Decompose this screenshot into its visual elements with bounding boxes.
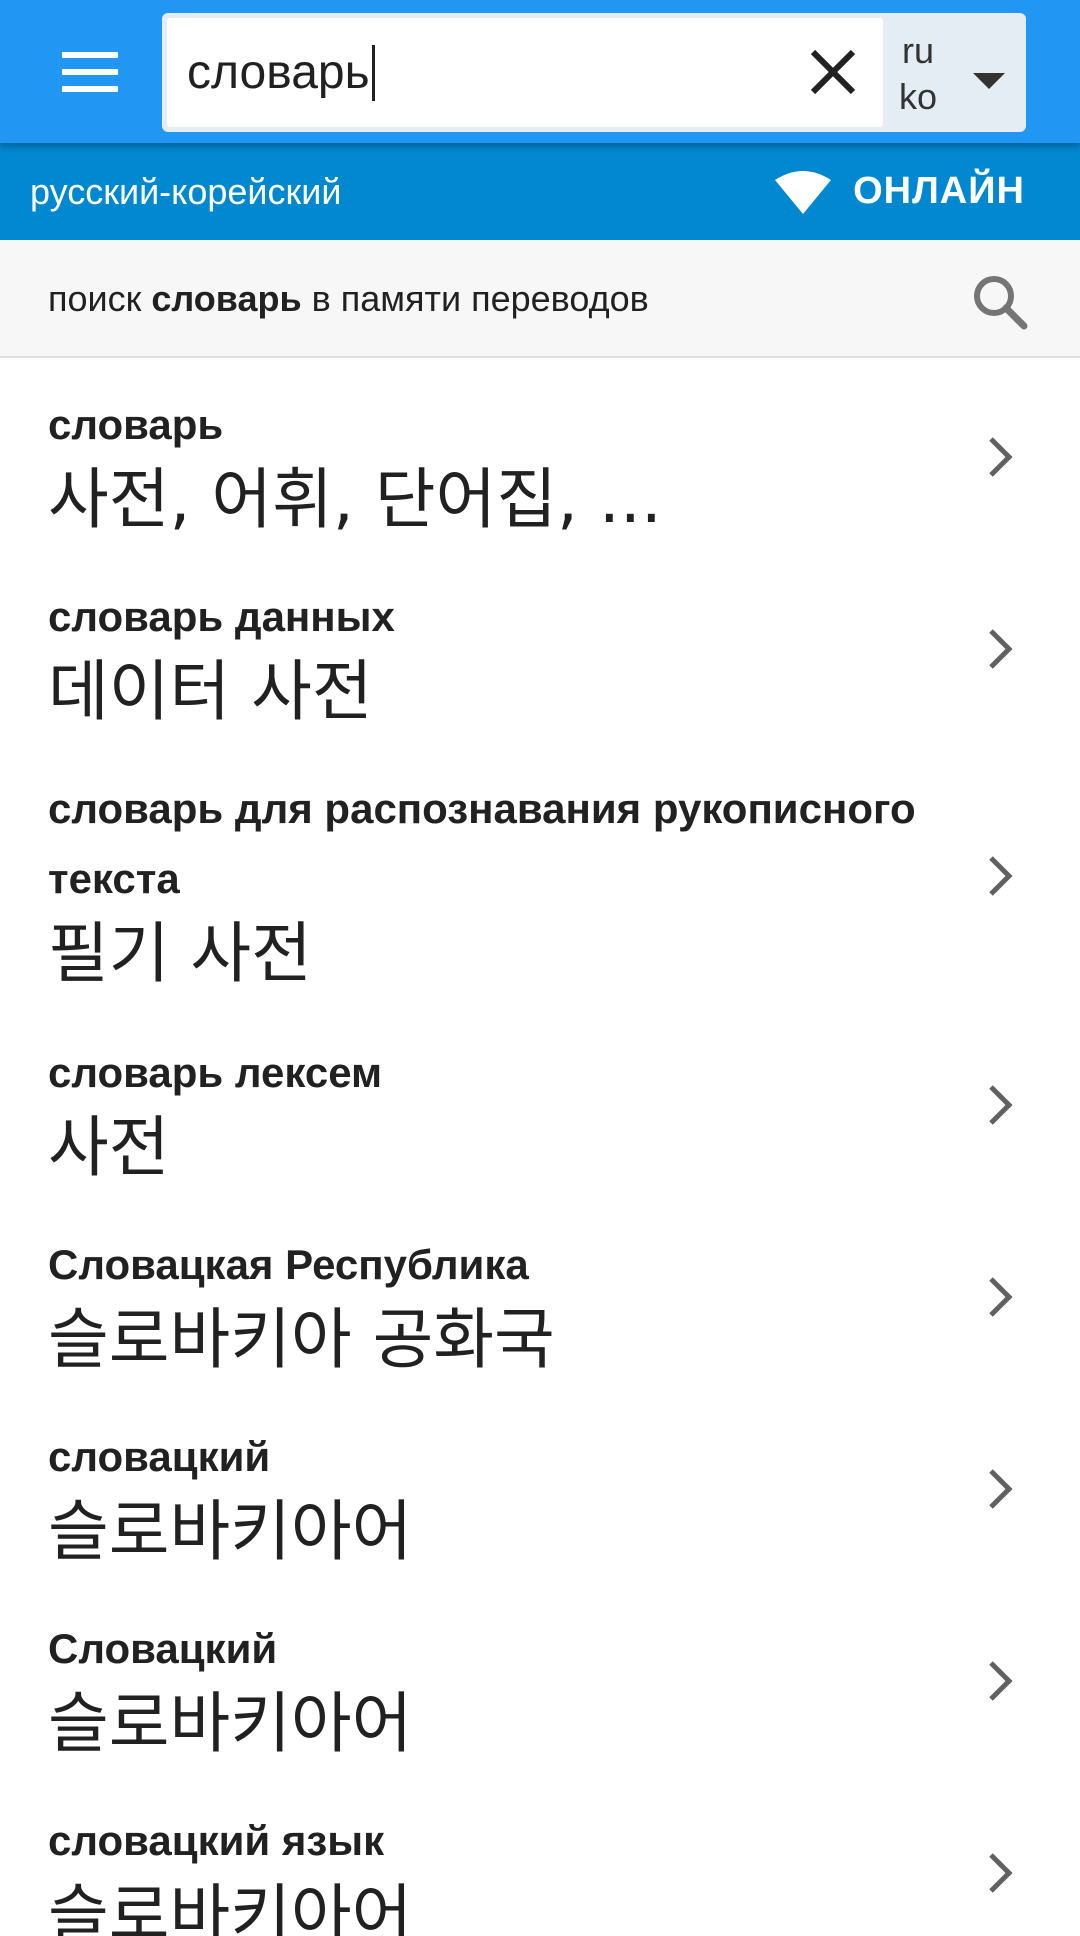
online-label: ОНЛАЙН — [853, 170, 1025, 212]
chevron-right-icon — [989, 437, 1013, 477]
language-codes: ru ko — [899, 28, 937, 120]
result-term: словацкий — [48, 1433, 271, 1480]
chevron-right-icon — [989, 1853, 1013, 1893]
wifi-icon — [775, 170, 832, 214]
tm-suffix: в памяти переводов — [311, 278, 649, 319]
list-item[interactable]: словарь данных 데이터 사전 — [0, 552, 1080, 744]
result-term: Словацкая Республика — [48, 1241, 529, 1288]
dropdown-arrow-icon — [973, 73, 1005, 89]
result-term: Словацкий — [48, 1625, 278, 1672]
menu-button[interactable] — [45, 36, 135, 108]
list-item[interactable]: Словацкая Республика 슬로바키아 공화국 — [0, 1200, 1080, 1392]
list-item[interactable]: словарь для распознавания рукописного те… — [0, 744, 1080, 1008]
search-field[interactable] — [167, 18, 883, 127]
text-caret — [371, 45, 375, 101]
hamburger-icon-line — [62, 69, 118, 75]
search-icon[interactable] — [970, 272, 1030, 332]
chevron-right-icon — [989, 856, 1013, 896]
search-input[interactable] — [187, 18, 767, 127]
list-item[interactable]: Словацкий 슬로바키아어 — [0, 1584, 1080, 1776]
search-box: ru ko — [162, 13, 1026, 132]
chevron-right-icon — [989, 1661, 1013, 1701]
result-translation: 슬로바키아어 — [48, 1493, 413, 1570]
app-bar: ru ko — [0, 0, 1080, 143]
close-icon[interactable] — [801, 40, 865, 104]
hamburger-icon-line — [62, 52, 118, 58]
hamburger-icon-line — [62, 86, 118, 92]
results-list: словарь 사전, 어휘, 단어집, ... словарь данных … — [0, 360, 1080, 1936]
result-term: словарь — [48, 401, 224, 448]
language-bar: русский-корейский ОНЛАЙН — [0, 143, 1080, 240]
online-status[interactable]: ОНЛАЙН — [775, 143, 1025, 240]
result-term: словарь данных — [48, 593, 395, 640]
result-translation: 슬로바키아어 — [48, 1877, 413, 1936]
translation-memory-search[interactable]: поиск словарь в памяти переводов — [0, 240, 1080, 358]
list-item[interactable]: словацкий язык 슬로바키아어 — [0, 1776, 1080, 1936]
chevron-right-icon — [989, 1469, 1013, 1509]
result-term: словарь лексем — [48, 1049, 383, 1096]
source-language-code: ru — [902, 30, 935, 71]
target-language-code: ko — [899, 76, 938, 117]
list-item[interactable]: словарь лексем 사전 — [0, 1008, 1080, 1200]
tm-prefix: поиск — [48, 278, 142, 319]
result-term: словацкий язык — [48, 1817, 385, 1864]
result-term: словарь для распознавания рукописного те… — [48, 785, 916, 902]
result-translation: 사전, 어휘, 단어집, ... — [48, 461, 662, 538]
language-switch[interactable]: ru ko — [883, 18, 1021, 127]
chevron-right-icon — [989, 1277, 1013, 1317]
result-translation: 필기 사전 — [48, 915, 312, 992]
result-translation: 슬로바키아 공화국 — [48, 1301, 555, 1378]
result-translation: 슬로바키아어 — [48, 1685, 413, 1762]
chevron-right-icon — [989, 629, 1013, 669]
result-translation: 사전 — [48, 1109, 170, 1186]
list-item[interactable]: словацкий 슬로바키아어 — [0, 1392, 1080, 1584]
language-pair[interactable]: русский-корейский — [30, 143, 341, 240]
result-translation: 데이터 사전 — [48, 653, 373, 730]
tm-term: словарь — [151, 278, 302, 319]
list-item[interactable]: словарь 사전, 어휘, 단어집, ... — [0, 360, 1080, 552]
tm-search-text: поиск словарь в памяти переводов — [48, 240, 649, 358]
chevron-right-icon — [989, 1085, 1013, 1125]
